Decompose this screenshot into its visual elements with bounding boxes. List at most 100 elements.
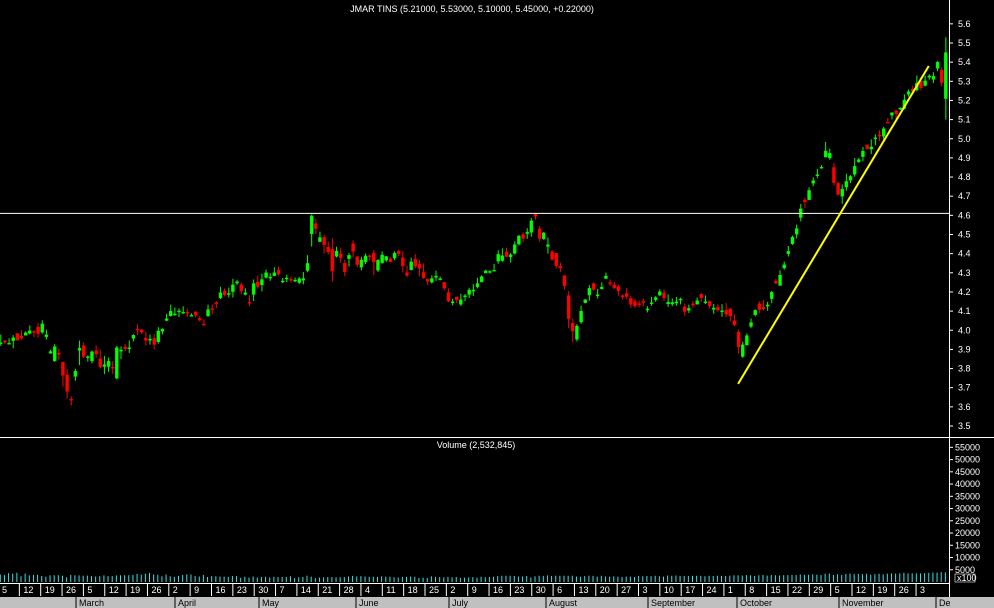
candle-body [421,272,426,278]
candle-body [732,320,737,325]
candle-body [600,286,604,289]
month-label: October [740,598,772,608]
candle-body [430,278,434,283]
candle-body [537,228,542,239]
candle-body [782,264,786,269]
candle-body [716,307,720,311]
month-label: August [549,598,578,608]
day-label: 25 [429,585,439,595]
candle-body [840,188,844,197]
candle-body [533,213,538,217]
candle-body [844,181,849,188]
candle-body [778,275,782,286]
price-tick-label: 4.1 [958,306,971,316]
day-label: 14 [301,585,311,595]
candle-body [852,166,857,175]
candle-body [438,278,442,280]
price-tick-label: 5.4 [958,57,971,67]
candle-body [467,289,471,295]
day-label: 10 [664,585,674,595]
candle-body [276,269,281,275]
candle-body [102,364,107,367]
day-label: 9 [472,585,477,595]
price-tick-label: 4.9 [958,153,971,163]
month-label: November [842,598,884,608]
candle-body [753,310,757,315]
month-label: July [452,598,469,608]
candle-body [620,295,625,298]
volume-tick-label: 10000 [955,553,980,563]
price-tick-label: 5.1 [958,115,971,125]
candle-body [0,342,3,344]
candle-body [81,345,86,357]
day-label: 3 [920,585,925,595]
candle-body [881,128,886,137]
candle-body [455,296,459,301]
candle-body [434,275,438,278]
candle-body [633,301,637,307]
day-label: 30 [536,585,546,595]
candle-body [268,276,272,279]
candle-body [94,350,98,355]
candle-body [251,283,256,295]
candle-body [641,301,645,303]
price-tick-label: 4.2 [958,287,971,297]
price-tick-label: 3.8 [958,364,971,374]
candle-body [666,302,670,305]
candle-body [790,236,795,244]
price-tick-label: 4.8 [958,172,971,182]
volume-tick-label: 55000 [955,442,980,452]
candle-body [73,371,78,377]
candle-body [687,308,691,311]
candle-body [591,283,596,290]
candle-body [823,150,828,158]
day-label: 26 [151,585,161,595]
day-label: 12 [23,585,33,595]
candle-body [931,76,936,80]
candle-body [40,323,44,333]
candle-body [940,69,944,83]
candle-body [123,346,127,349]
price-tick-label: 4.6 [958,210,971,220]
candle-body [828,153,832,159]
candle-body [90,351,94,362]
candle-body [198,318,202,321]
candle-body [658,291,662,296]
candle-body [815,174,820,176]
candle-body [774,280,778,284]
candle-body [923,80,927,86]
candle-body [571,322,575,332]
candle-body [15,333,20,341]
volume-tick-label: 45000 [955,467,980,477]
day-label: 18 [408,585,418,595]
month-label: May [262,598,280,608]
candle-body [11,337,15,341]
candle-body [61,362,65,376]
day-label: 16 [216,585,226,595]
candle-body [7,343,11,345]
candle-body [703,301,708,303]
candle-body [865,144,869,150]
candle-body [471,289,476,292]
candle-body [392,252,397,259]
day-label: 7 [280,585,285,595]
candle-body [944,52,948,99]
price-tick-label: 5.0 [958,134,971,144]
candle-body [152,338,156,345]
volume-tick-label: 35000 [955,491,980,501]
candle-body [587,288,592,296]
candle-body [695,300,699,305]
candle-body [193,311,198,316]
candle-body [728,308,733,317]
candle-body [699,294,703,298]
candle-body [417,263,422,269]
candle-body [148,339,152,341]
candle-body [496,254,500,262]
candle-body [558,266,563,268]
candle-body [654,297,658,300]
candle-body [218,292,223,299]
day-label: 17 [685,585,695,595]
candle-body [575,325,579,340]
price-tick-label: 5.2 [958,95,971,105]
day-label: 5 [87,585,92,595]
